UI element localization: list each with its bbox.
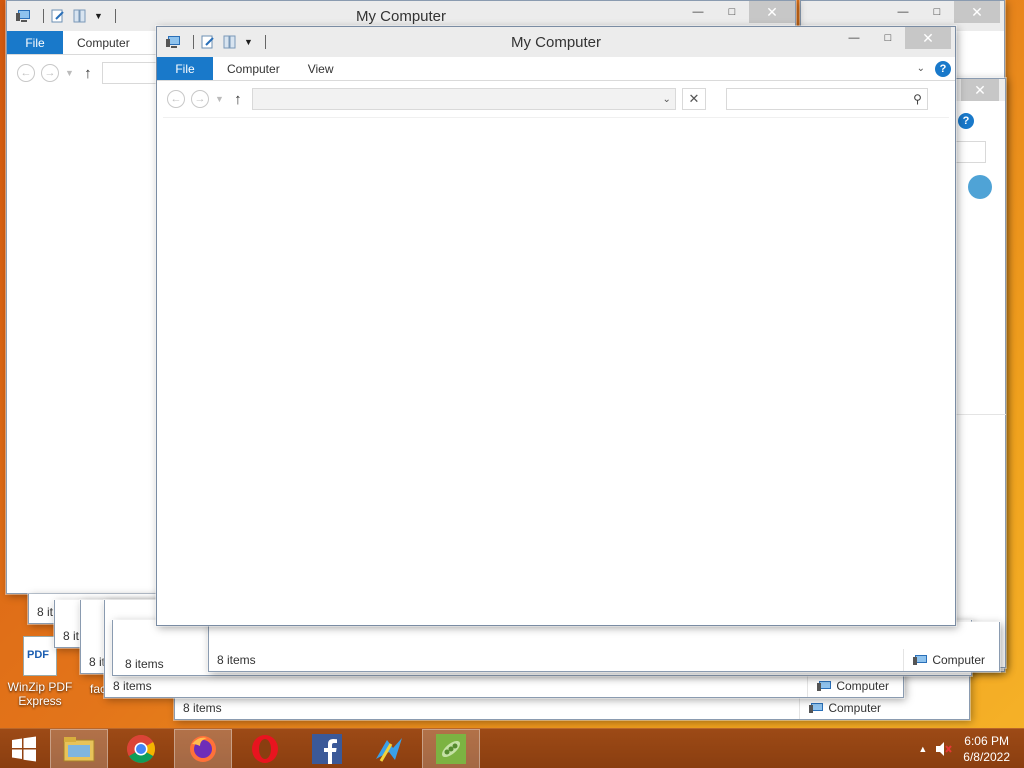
maximize-button[interactable]: □ (715, 1, 749, 23)
status-location: Computer (799, 697, 895, 719)
back-arrow-icon[interactable]: ← (17, 64, 35, 82)
status-item-count: 8 items (183, 701, 222, 715)
tab-view[interactable]: View (294, 57, 348, 80)
minimize-button[interactable]: — (837, 27, 871, 49)
properties-icon[interactable] (50, 9, 66, 23)
volume-muted-icon[interactable] (935, 741, 953, 757)
clock-time: 6:06 PM (964, 734, 1009, 748)
address-bar[interactable]: ⌄ (251, 88, 676, 110)
system-tray: ▲ 6:06 PM 6/8/2022 (910, 729, 1024, 768)
address-bar[interactable] (101, 62, 162, 84)
divider (43, 9, 44, 23)
ribbon: File Computer View ⌄ ? (157, 57, 955, 81)
peazip-icon (436, 733, 466, 764)
clear-address-button[interactable]: ✕ (681, 88, 706, 110)
pdf-icon: PDF (23, 636, 57, 676)
search-input[interactable]: ⚲ (725, 88, 928, 110)
status-item-count: 8 items (113, 679, 152, 693)
close-button[interactable]: ✕ (905, 27, 951, 49)
taskbar-opera[interactable] (236, 729, 294, 768)
new-folder-icon[interactable] (222, 35, 238, 49)
taskbar-facebook[interactable] (298, 729, 356, 768)
forward-arrow-icon[interactable]: → (191, 90, 209, 108)
navigation-bar: ← → ▼ ↑ ⌄ ✕ ⚲ (157, 81, 955, 117)
taskbar: ▲ 6:06 PM 6/8/2022 (0, 728, 1024, 768)
quick-access-toolbar: ▼ (157, 35, 266, 49)
tab-computer[interactable]: Computer (213, 57, 294, 80)
back-arrow-icon[interactable]: ← (167, 90, 185, 108)
computer-icon (166, 36, 180, 48)
maximize-button[interactable]: □ (920, 1, 954, 23)
status-location: Computer (903, 649, 999, 671)
status-bar: 8 items Computer (175, 697, 969, 719)
properties-icon[interactable] (200, 35, 216, 49)
windows-logo-icon (12, 736, 36, 761)
minimize-button[interactable]: — (886, 1, 920, 23)
close-button[interactable]: ✕ (961, 79, 999, 101)
chevron-down-icon[interactable]: ⌄ (917, 63, 925, 74)
tab-file[interactable]: File (157, 57, 213, 80)
help-icon[interactable]: ? (935, 60, 951, 77)
facebook-icon (312, 733, 342, 764)
titlebar[interactable]: ▼ My Computer — □ ✕ (157, 27, 955, 57)
status-location: Computer (807, 675, 903, 697)
status-item-count: 8 it (63, 629, 80, 643)
divider (264, 35, 266, 49)
status-item-count: 8 items (125, 657, 164, 671)
chevron-down-icon[interactable]: ▼ (215, 94, 224, 104)
computer-icon (913, 654, 928, 665)
winzip-tool-icon (376, 737, 402, 762)
chrome-icon (127, 734, 155, 763)
folder-icon (63, 736, 95, 761)
window-title: My Computer (355, 7, 447, 25)
status-item-count: 8 it (89, 655, 106, 669)
desktop-icon-label: WinZip PDF Express (7, 680, 73, 708)
status-bar: 8 items Computer (105, 675, 903, 697)
tab-computer[interactable]: Computer (63, 31, 144, 54)
taskbar-peazip[interactable] (422, 728, 480, 768)
taskbar-firefox[interactable] (174, 728, 232, 768)
taskbar-winzip-tool[interactable] (360, 729, 418, 768)
new-folder-icon[interactable] (72, 9, 88, 23)
minimize-button[interactable]: — (681, 1, 715, 23)
chevron-down-icon[interactable]: ⌄ (663, 94, 671, 105)
app-icon (968, 175, 992, 199)
computer-icon (809, 702, 824, 713)
divider (114, 9, 116, 23)
close-button[interactable]: ✕ (954, 1, 1000, 23)
help-icon[interactable]: ? (958, 113, 974, 129)
taskbar-file-explorer[interactable] (50, 728, 108, 768)
window-title: My Computer (510, 33, 602, 51)
status-bar: 8 items Computer (209, 649, 999, 671)
computer-icon (16, 10, 30, 22)
window-main[interactable]: ▼ My Computer — □ ✕ File Computer View ⌄… (156, 26, 956, 626)
start-button[interactable] (0, 729, 48, 768)
maximize-button[interactable]: □ (871, 27, 905, 49)
show-hidden-icons-button[interactable]: ▲ (910, 744, 935, 754)
status-item-count: 8 items (217, 653, 256, 667)
search-icon[interactable]: ⚲ (913, 92, 922, 106)
clock-date: 6/8/2022 (963, 750, 1010, 764)
divider (193, 35, 194, 49)
firefox-icon (190, 735, 216, 762)
up-arrow-icon[interactable]: ↑ (230, 91, 246, 108)
close-button[interactable]: ✕ (749, 1, 795, 23)
taskbar-chrome[interactable] (112, 729, 170, 768)
chevron-down-icon[interactable]: ▼ (244, 37, 253, 47)
chevron-down-icon[interactable]: ▼ (65, 68, 74, 78)
forward-arrow-icon[interactable]: → (41, 64, 59, 82)
quick-access-toolbar: ▼ (7, 9, 116, 23)
up-arrow-icon[interactable]: ↑ (80, 65, 96, 82)
tab-file[interactable]: File (7, 31, 63, 54)
window-stacked-6[interactable]: 8 items Computer (208, 622, 1000, 672)
file-list-area[interactable] (163, 117, 949, 617)
status-item-count: 8 it (37, 605, 54, 619)
chevron-down-icon[interactable]: ▼ (94, 11, 103, 21)
computer-icon (817, 680, 832, 691)
clock[interactable]: 6:06 PM 6/8/2022 (953, 733, 1024, 765)
opera-icon (252, 734, 278, 763)
